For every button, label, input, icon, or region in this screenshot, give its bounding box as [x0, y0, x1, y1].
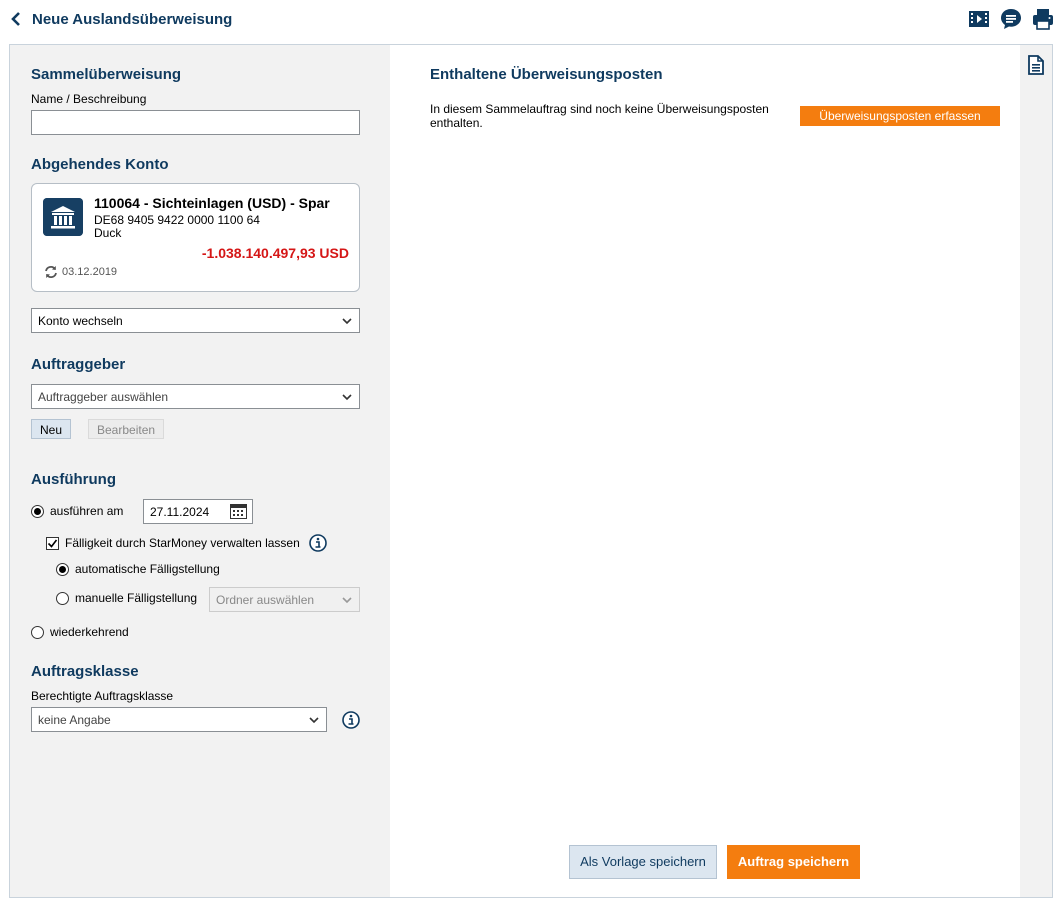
page-title: Neue Auslandsüberweisung: [32, 10, 233, 28]
sync-icon: [45, 266, 57, 278]
execution-date-value: 27.11.2024: [150, 504, 210, 519]
form-panel: Sammelüberweisung Name / Beschreibung Ab…: [10, 45, 390, 897]
document-icon[interactable]: [1028, 55, 1044, 75]
recurring-label[interactable]: wiederkehrend: [50, 625, 129, 639]
section-heading-auftragsklasse: Auftragsklasse: [31, 663, 139, 680]
save-order-button[interactable]: Auftrag speichern: [727, 845, 860, 879]
manage-due-date-checkbox[interactable]: [46, 537, 59, 550]
manual-due-label[interactable]: manuelle Fälligstellung: [75, 591, 197, 605]
section-heading-sammel: Sammelüberweisung: [31, 66, 182, 83]
account-sync-date: 03.12.2019: [43, 265, 117, 279]
auftragsklasse-label: Berechtigte Auftragsklasse: [31, 689, 174, 703]
back-chevron-icon: [11, 12, 20, 26]
auftraggeber-select-value: Auftraggeber auswählen: [38, 389, 169, 404]
account-owner: Duck: [94, 226, 122, 240]
chevron-down-icon: [342, 317, 352, 324]
name-input[interactable]: [31, 110, 360, 135]
execute-on-date-label[interactable]: ausführen am: [50, 504, 123, 518]
section-heading-ausfuehrung: Ausführung: [31, 471, 116, 488]
account-name: 110064 - Sichteinlagen (USD) - Spar: [94, 195, 330, 211]
chevron-down-icon: [342, 393, 352, 400]
info-icon[interactable]: [309, 534, 327, 552]
section-heading-auftraggeber: Auftraggeber: [31, 356, 126, 373]
chevron-down-icon: [342, 596, 352, 603]
account-card[interactable]: 110064 - Sichteinlagen (USD) - Spar DE68…: [31, 183, 360, 292]
top-bar: Neue Auslandsüberweisung: [0, 0, 1060, 40]
name-label: Name / Beschreibung: [31, 92, 147, 106]
main-panel: Enthaltene Überweisungsposten In diesem …: [390, 45, 1020, 897]
save-template-button[interactable]: Als Vorlage speichern: [569, 845, 717, 879]
add-item-button[interactable]: Überweisungsposten erfassen: [800, 106, 1000, 126]
side-strip: [1020, 45, 1052, 897]
auftraggeber-select[interactable]: Auftraggeber auswählen: [31, 384, 360, 409]
chat-icon[interactable]: [1000, 8, 1022, 30]
chevron-down-icon: [309, 716, 319, 723]
radio-recurring[interactable]: [31, 626, 44, 639]
execution-date-input[interactable]: 27.11.2024: [143, 499, 253, 524]
calendar-icon[interactable]: [230, 504, 247, 519]
info-icon[interactable]: [342, 711, 360, 729]
new-auftraggeber-button[interactable]: Neu: [31, 419, 72, 439]
content-frame: Sammelüberweisung Name / Beschreibung Ab…: [9, 44, 1053, 898]
account-switch-select[interactable]: Konto wechseln: [31, 308, 360, 333]
section-heading-konto: Abgehendes Konto: [31, 156, 169, 173]
checkmark-icon: [47, 539, 58, 548]
folder-select-value: Ordner auswählen: [216, 592, 315, 607]
bank-icon: [43, 198, 83, 236]
auto-due-label[interactable]: automatische Fälligstellung: [75, 562, 220, 576]
empty-items-message: In diesem Sammelauftrag sind noch keine …: [430, 102, 769, 130]
folder-select[interactable]: Ordner auswählen: [209, 587, 360, 612]
radio-execute-on-date[interactable]: [31, 505, 44, 518]
print-icon[interactable]: [1032, 8, 1054, 30]
edit-auftraggeber-button[interactable]: Bearbeiten: [88, 419, 165, 439]
auftragsklasse-select[interactable]: keine Angabe: [31, 707, 327, 732]
back-button[interactable]: Neue Auslandsüberweisung: [8, 10, 232, 28]
items-heading: Enthaltene Überweisungsposten: [430, 66, 663, 83]
account-switch-value: Konto wechseln: [38, 313, 123, 328]
auftragsklasse-select-value: keine Angabe: [38, 712, 111, 727]
sync-date-text: 03.12.2019: [62, 266, 118, 278]
radio-manual-due[interactable]: [56, 592, 69, 605]
account-balance: -1.038.140.497,93 USD: [201, 245, 349, 261]
toolbar-icons: [968, 8, 1054, 30]
manage-due-date-label[interactable]: Fälligkeit durch StarMoney verwalten las…: [65, 536, 300, 550]
account-iban: DE68 9405 9422 0000 1100 64: [94, 213, 260, 227]
radio-auto-due[interactable]: [56, 563, 69, 576]
video-icon[interactable]: [968, 8, 990, 30]
